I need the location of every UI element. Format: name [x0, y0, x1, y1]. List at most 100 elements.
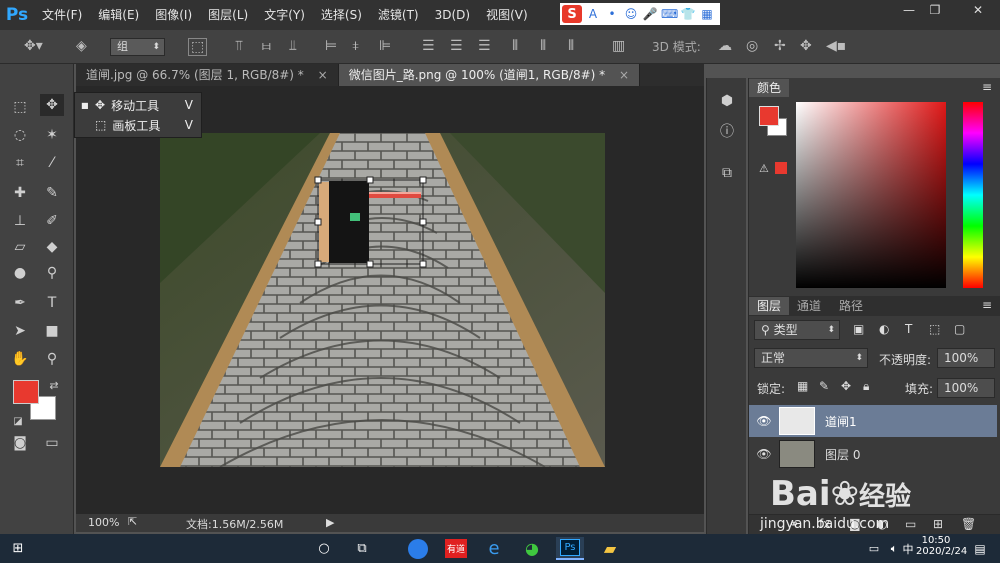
cortana-icon[interactable]: ○ — [310, 537, 338, 560]
lasso-tool-icon[interactable]: ◌ — [8, 124, 32, 146]
panel-menu-icon[interactable]: ≡ — [982, 298, 992, 312]
menu-edit[interactable]: 编辑(E) — [90, 0, 147, 30]
layer-row[interactable]: 👁︎ 图层 0 — [749, 438, 997, 470]
layer-filter-dropdown[interactable]: ⚲ 类型 ⬍ — [754, 320, 840, 340]
sogou-browser-icon[interactable] — [404, 537, 432, 560]
restore-button[interactable]: ❐ — [918, 0, 952, 20]
filter-smart-object-icon[interactable]: ▢ — [954, 322, 965, 336]
menu-select[interactable]: 选择(S) — [313, 0, 370, 30]
align-left-icon[interactable]: ⊨ — [325, 38, 337, 54]
default-colors-icon[interactable]: ◪ — [6, 410, 30, 432]
close-tab-icon[interactable]: × — [619, 68, 629, 82]
hue-slider[interactable] — [963, 102, 983, 288]
youdao-icon[interactable]: 有道 — [442, 537, 470, 560]
color-panel-fg-swatch[interactable] — [759, 106, 779, 126]
align-hcenter-icon[interactable]: ⧧ — [352, 38, 359, 54]
eyedropper-tool-icon[interactable]: ⁄ — [40, 152, 64, 174]
3d-orbit-icon[interactable]: ☁ — [718, 38, 732, 54]
tab-color[interactable]: 颜色 — [749, 79, 790, 97]
tab-document-2[interactable]: 微信图片_路.png @ 100% (道闸1, RGB/8#) * × — [338, 64, 641, 86]
align-vcenter-icon[interactable]: ⧦ — [262, 38, 271, 54]
windows-start-icon[interactable]: ⊞ — [4, 537, 32, 560]
eraser-tool-icon[interactable]: ▱ — [8, 236, 32, 258]
path-selection-tool-icon[interactable]: ➤ — [8, 320, 32, 342]
visibility-eye-icon[interactable]: 👁︎ — [749, 414, 779, 428]
close-tab-icon[interactable]: × — [318, 68, 328, 82]
menu-type[interactable]: 文字(Y) — [256, 0, 313, 30]
layer-name[interactable]: 图层 0 — [825, 446, 860, 463]
notification-icon[interactable]: ▤ — [966, 537, 994, 560]
menu-view[interactable]: 视图(V) — [478, 0, 536, 30]
tab-document-1[interactable]: 道闸.jpg @ 66.7% (图层 1, RGB/8#) * × — [76, 64, 339, 86]
flyout-move-tool[interactable]: ■ ✥ 移动工具 V — [75, 95, 203, 115]
filter-adjustment-icon[interactable]: ◐ — [879, 322, 889, 336]
fill-input[interactable]: 100% — [937, 378, 995, 398]
3d-scale-icon[interactable]: ◀▪ — [826, 38, 846, 54]
magic-wand-tool-icon[interactable]: ✶ — [40, 124, 64, 146]
blur-tool-icon[interactable]: ● — [8, 262, 32, 284]
file-explorer-icon[interactable]: ▰ — [596, 537, 624, 560]
layer-comps-icon[interactable]: ⧉ — [715, 162, 739, 184]
auto-select-icon[interactable]: ◈ — [76, 38, 87, 54]
transform-controls-icon[interactable]: ⬚ — [188, 38, 208, 56]
lock-all-icon[interactable]: 🔒︎ — [863, 379, 869, 394]
ime-emoji-icon[interactable]: ☺ — [623, 7, 639, 21]
tab-channels[interactable]: 通道 — [789, 297, 829, 315]
menu-3d[interactable]: 3D(D) — [427, 0, 478, 30]
marquee-tool-icon[interactable]: ⬚ — [8, 96, 32, 118]
zoom-level[interactable]: 100% — [88, 516, 119, 529]
gamut-warning-icon[interactable]: ⚠ — [759, 162, 769, 175]
opacity-input[interactable]: 100% — [937, 348, 995, 368]
document-canvas-image[interactable] — [160, 133, 605, 467]
distribute-right-icon[interactable]: ⦀ — [568, 38, 574, 54]
swap-colors-icon[interactable]: ⇄ — [42, 374, 66, 396]
tab-paths[interactable]: 路径 — [831, 297, 871, 315]
status-menu-arrow-icon[interactable]: ▶ — [326, 516, 334, 529]
panel-menu-icon[interactable]: ≡ — [982, 80, 992, 94]
distribute-vcenter-icon[interactable]: ☰ — [450, 38, 463, 54]
move-tool-preset-icon[interactable]: ✥▾ — [24, 38, 43, 54]
filter-type-icon[interactable]: T — [905, 322, 912, 336]
foreground-color-swatch[interactable] — [13, 380, 39, 404]
crop-tool-icon[interactable]: ⌗ — [8, 152, 32, 174]
delete-layer-icon[interactable]: 🗑︎ — [961, 517, 976, 531]
lock-image-icon[interactable]: ✎ — [819, 379, 829, 393]
filter-pixel-icon[interactable]: ▣ — [853, 322, 864, 336]
history-brush-tool-icon[interactable]: ✐ — [40, 210, 64, 232]
auto-align-icon[interactable]: ▥ — [612, 38, 625, 54]
healing-brush-tool-icon[interactable]: ✚ — [8, 182, 32, 204]
ime-toolbox-icon[interactable]: ▦ — [699, 7, 715, 21]
ime-skin-icon[interactable]: 👕 — [680, 7, 696, 21]
dodge-tool-icon[interactable]: ⚲ — [40, 262, 64, 284]
sogou-ime-icon[interactable]: S — [562, 5, 582, 23]
distribute-top-icon[interactable]: ☰ — [422, 38, 435, 54]
ime-keyboard-icon[interactable]: ⌨ — [661, 7, 678, 21]
3d-cube-icon[interactable]: ⬢ — [715, 90, 739, 112]
wechat-icon[interactable]: ◕ — [518, 537, 546, 560]
edge-icon[interactable]: e — [480, 537, 508, 560]
distribute-bottom-icon[interactable]: ☰ — [478, 38, 491, 54]
rectangle-tool-icon[interactable]: ■ — [40, 320, 64, 342]
brush-tool-icon[interactable]: ✎ — [40, 182, 64, 204]
align-right-icon[interactable]: ⊫ — [379, 38, 391, 54]
pen-tool-icon[interactable]: ✒ — [8, 292, 32, 314]
gamut-color-swatch[interactable] — [775, 162, 787, 174]
distribute-hcenter-icon[interactable]: ⦀ — [540, 38, 546, 54]
layer-name[interactable]: 道闸1 — [825, 413, 857, 430]
task-view-icon[interactable]: ⧉ — [348, 537, 376, 560]
3d-roll-icon[interactable]: ◎ — [746, 38, 758, 54]
visibility-eye-icon[interactable]: 👁︎ — [749, 447, 779, 461]
tab-layers[interactable]: 图层 — [749, 297, 790, 315]
zoom-tool-icon[interactable]: ⚲ — [40, 348, 64, 370]
blend-mode-dropdown[interactable]: 正常 ⬍ — [754, 348, 868, 368]
ime-letter-icon[interactable]: A — [585, 7, 601, 21]
screen-mode-icon[interactable]: ▭ — [40, 432, 64, 454]
photoshop-taskbar-icon[interactable]: Ps — [556, 537, 584, 560]
filter-shape-icon[interactable]: ⬚ — [929, 322, 940, 336]
menu-image[interactable]: 图像(I) — [147, 0, 200, 30]
info-icon[interactable]: ⓘ — [715, 120, 739, 142]
color-field[interactable] — [796, 102, 946, 288]
lock-position-icon[interactable]: ✥ — [841, 379, 851, 393]
quick-mask-icon[interactable]: ◙ — [8, 432, 32, 454]
distribute-left-icon[interactable]: ⦀ — [512, 38, 518, 54]
